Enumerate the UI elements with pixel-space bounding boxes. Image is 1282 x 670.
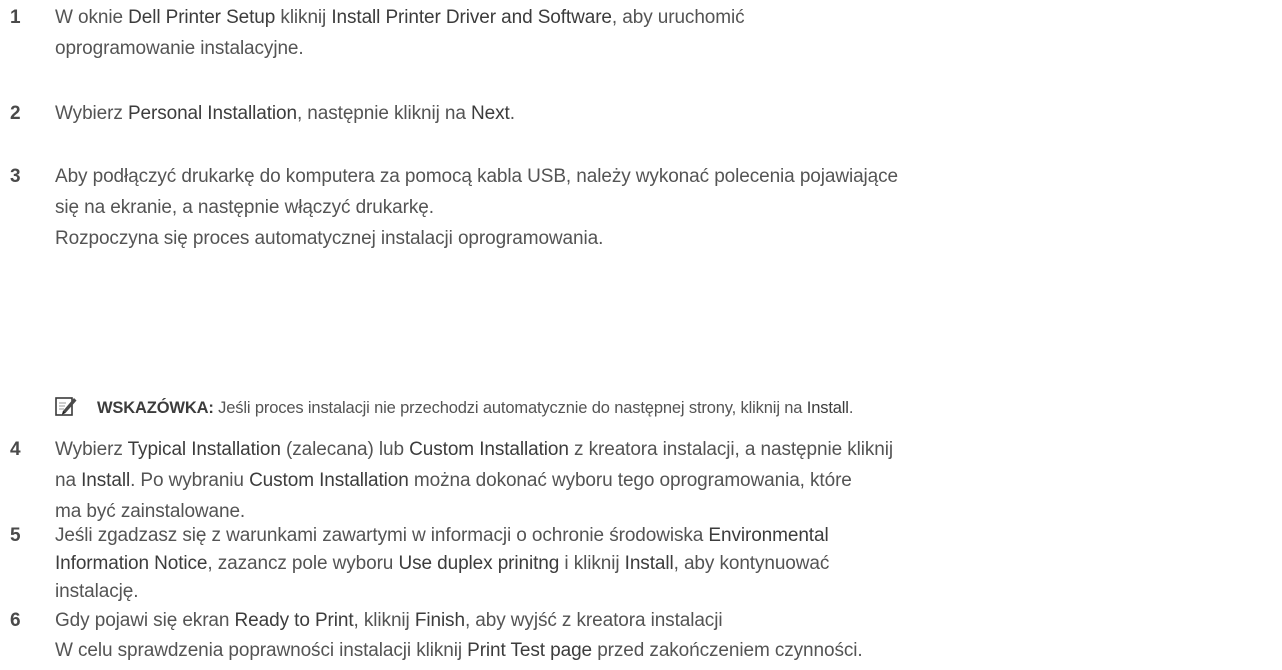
step-text-run: i kliknij	[559, 553, 625, 574]
step-line: Gdy pojawi się ekran Ready to Print, kli…	[55, 606, 1276, 636]
tip-text-run: .	[848, 399, 854, 417]
step-text-run: Wybierz	[55, 103, 128, 124]
step-text-run: można dokonać wyboru tego oprogramowania…	[408, 470, 852, 491]
step-text-run: Gdy pojawi się ekran	[55, 610, 235, 631]
step-text-run: Aby podłączyć drukarkę do komputera za p…	[55, 166, 899, 187]
step-5: 5 Jeśli zgadzasz się z warunkami zawarty…	[8, 522, 1276, 617]
ui-term: Use duplex prinitng	[398, 553, 560, 574]
step-text-run: instalację.	[55, 581, 139, 602]
ui-term: Custom Installation	[409, 439, 569, 460]
step-number: 3	[10, 166, 21, 187]
step-number: 1	[10, 7, 21, 28]
ui-term: Ready to Print	[234, 610, 354, 631]
step-3: 3 Aby podłączyć drukarkę do komputera za…	[8, 161, 1276, 256]
step-line: Rozpoczyna się proces automatycznej inst…	[55, 223, 1276, 254]
ui-term: Personal Installation	[127, 103, 297, 124]
step-text-run: Wybierz	[55, 439, 128, 460]
instruction-page: 1 W oknie Dell Printer Setup kliknij Ins…	[0, 0, 1282, 664]
step-line: W celu sprawdzenia poprawności instalacj…	[55, 636, 1276, 666]
step-text-run: , kliknij	[353, 610, 415, 631]
step-number: 5	[10, 525, 21, 546]
step-line: Aby podłączyć drukarkę do komputera za p…	[55, 161, 1276, 192]
step-number: 2	[10, 103, 21, 124]
step-text-run: W oknie	[55, 7, 129, 28]
ui-term: Finish	[414, 610, 465, 631]
step-number: 6	[10, 610, 21, 631]
step-line: na Install. Po wybraniu Custom Installat…	[55, 465, 1276, 496]
ui-term: Custom Installation	[249, 470, 409, 491]
step-text-run: (zalecana) lub	[280, 439, 410, 460]
tip-note: WSKAZÓWKA: Jeśli proces instalacji nie p…	[55, 394, 1278, 422]
step-number: 4	[10, 439, 21, 460]
step-line: instalację.	[55, 578, 1276, 606]
step-text: Gdy pojawi się ekran Ready to Print, kli…	[55, 606, 1276, 666]
step-text-run: się na ekranie, a następnie włączyć druk…	[55, 197, 434, 218]
step-text-run: .	[509, 103, 515, 124]
step-text-run: , aby wyjść z kreatora instalacji	[464, 610, 723, 631]
tip-text: WSKAZÓWKA: Jeśli proces instalacji nie p…	[97, 394, 853, 422]
ui-term: Install	[806, 399, 849, 417]
ui-term: Install	[624, 553, 674, 574]
step-6: 6 Gdy pojawi się ekran Ready to Print, kl…	[8, 606, 1276, 670]
step-text-run: przed zakończeniem czynności.	[592, 640, 863, 661]
step-text-run: , zazancz pole wyboru	[207, 553, 399, 574]
ui-term: Next	[471, 103, 510, 124]
step-1: 1 W oknie Dell Printer Setup kliknij Ins…	[8, 2, 1276, 66]
step-text-run: kliknij	[275, 7, 332, 28]
step-line: W oknie Dell Printer Setup kliknij Insta…	[55, 2, 1276, 33]
tip-label: WSKAZÓWKA:	[97, 399, 214, 417]
step-line: Wybierz Personal Installation, następnie…	[55, 98, 1276, 129]
step-text-run: na	[55, 470, 82, 491]
ui-term: Print Test page	[467, 640, 593, 661]
step-text-run: Rozpoczyna się proces automatycznej inst…	[55, 228, 604, 249]
step-line: Wybierz Typical Installation (zalecana) …	[55, 434, 1276, 465]
step-text-run: oprogramowanie instalacyjne.	[55, 38, 304, 59]
tip-text-run: Jeśli proces instalacji nie przechodzi a…	[213, 399, 807, 417]
step-line: Information Notice, zazancz pole wyboru …	[55, 550, 1276, 578]
ui-term: Install	[81, 470, 131, 491]
ui-term: Dell Printer Setup	[128, 7, 276, 28]
step-4: 4 Wybierz Typical Installation (zalecana…	[8, 434, 1276, 529]
step-text-run: , aby uruchomić	[611, 7, 745, 28]
step-line: Jeśli zgadzasz się z warunkami zawartymi…	[55, 522, 1276, 550]
step-line: oprogramowanie instalacyjne.	[55, 33, 1276, 64]
step-text-run: W celu sprawdzenia poprawności instalacj…	[55, 640, 468, 661]
step-text-run: , następnie kliknij na	[296, 103, 472, 124]
step-2: 2 Wybierz Personal Installation, następn…	[8, 98, 1276, 132]
step-text: W oknie Dell Printer Setup kliknij Insta…	[55, 2, 1276, 64]
step-text-run: ma być zainstalowane.	[55, 501, 246, 522]
step-text-run: . Po wybraniu	[130, 470, 250, 491]
tip-message: Jeśli proces instalacji nie przechodzi a…	[213, 399, 854, 417]
ui-term: Environmental	[708, 525, 829, 546]
step-text: Wybierz Typical Installation (zalecana) …	[55, 434, 1276, 527]
step-text: Wybierz Personal Installation, następnie…	[55, 98, 1276, 129]
ui-term: Typical Installation	[127, 439, 281, 460]
step-text-run: , aby kontynuować	[673, 553, 830, 574]
step-line: się na ekranie, a następnie włączyć druk…	[55, 192, 1276, 223]
ui-term: Install Printer Driver and Software	[331, 7, 612, 28]
step-text-run: z kreatora instalacji, a następnie klikn…	[568, 439, 893, 460]
ui-term: Information Notice	[55, 553, 208, 574]
step-text: Jeśli zgadzasz się z warunkami zawartymi…	[55, 522, 1276, 606]
step-text-run: Jeśli zgadzasz się z warunkami zawartymi…	[55, 525, 709, 546]
step-text: Aby podłączyć drukarkę do komputera za p…	[55, 161, 1276, 254]
pencil-note-icon	[55, 397, 77, 416]
